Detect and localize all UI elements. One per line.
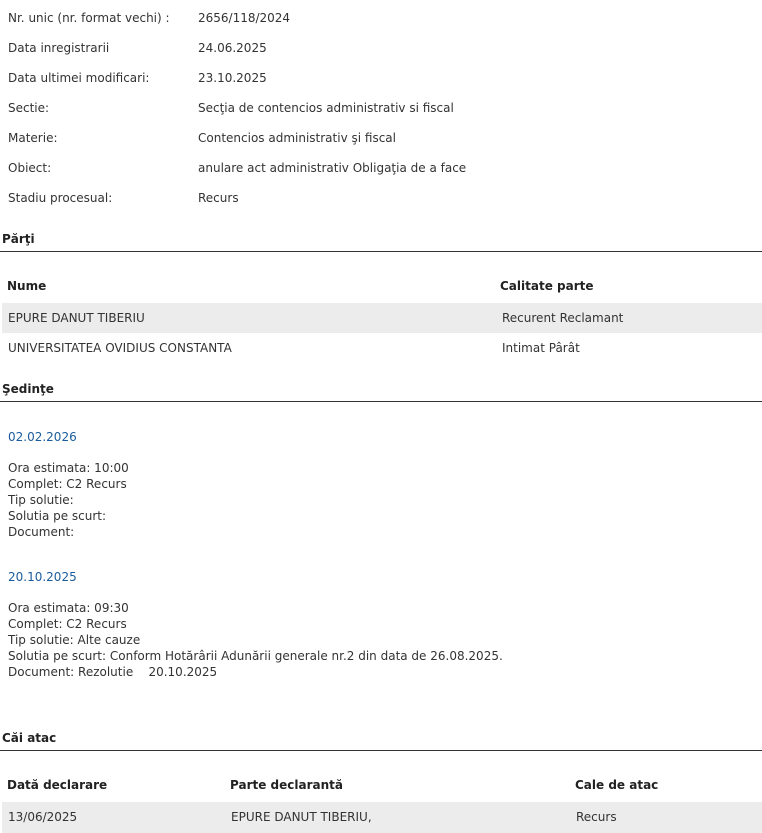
hearing-document: Document:: [8, 525, 75, 539]
header-parte-declaranta: Parte declarantă: [230, 778, 343, 792]
info-value-data-inregistrarii: 24.06.2025: [198, 41, 267, 55]
info-value-materie: Contencios administrativ şi fiscal: [198, 131, 396, 145]
hearing-ora: Ora estimata: 10:00: [8, 461, 129, 475]
info-label-stadiu: Stadiu procesual:: [8, 191, 113, 205]
appeal-date: 13/06/2025: [8, 810, 78, 824]
info-value-nr-unic: 2656/118/2024: [198, 11, 291, 25]
info-label-data-inregistrarii: Data inregistrarii: [8, 41, 110, 55]
info-label-nr-unic: Nr. unic (nr. format vechi) :: [8, 11, 170, 25]
header-data-declarare: Dată declarare: [7, 778, 108, 792]
section-divider-parti: [0, 251, 762, 252]
info-value-sectie: Secţia de contencios administrativ si fi…: [198, 101, 454, 115]
hearing-tip-solutie: Tip solutie: Alte cauze: [8, 633, 141, 647]
header-nume: Nume: [7, 279, 47, 293]
hearing-complet: Complet: C2 Recurs: [8, 477, 127, 491]
info-label-obiect: Obiect:: [8, 161, 52, 175]
table-row: [2, 802, 762, 833]
hearing-ora: Ora estimata: 09:30: [8, 601, 129, 615]
info-value-stadiu: Recurs: [198, 191, 239, 205]
hearing-complet: Complet: C2 Recurs: [8, 617, 127, 631]
info-label-data-modificari: Data ultimei modificari:: [8, 71, 150, 85]
party-name: UNIVERSITATEA OVIDIUS CONSTANTA: [8, 341, 232, 355]
info-value-obiect: anulare act administrativ Obligaţia de a…: [198, 161, 467, 175]
info-label-sectie: Sectie:: [8, 101, 50, 115]
appeal-party: EPURE DANUT TIBERIU,: [231, 810, 372, 824]
party-role: Intimat Pârât: [502, 341, 580, 355]
section-divider-cai-atac: [0, 750, 762, 751]
header-calitate-parte: Calitate parte: [500, 279, 594, 293]
section-divider-sedinte: [0, 401, 762, 402]
header-cale-de-atac: Cale de atac: [575, 778, 659, 792]
hearing-solutia: Solutia pe scurt:: [8, 509, 107, 523]
section-title-cai-atac: Căi atac: [2, 731, 57, 745]
section-title-sedinte: Şedinţe: [2, 382, 54, 396]
hearing-document: Document: Rezolutie 20.10.2025: [8, 665, 218, 679]
info-value-data-modificari: 23.10.2025: [198, 71, 267, 85]
hearing-tip-solutie: Tip solutie:: [8, 493, 74, 507]
section-title-parti: Părţi: [2, 232, 35, 246]
hearing-solutia: Solutia pe scurt: Conform Hotărârii Adun…: [8, 649, 503, 663]
info-label-materie: Materie:: [8, 131, 58, 145]
appeal-type: Recurs: [576, 810, 617, 824]
party-role: Recurent Reclamant: [502, 311, 624, 325]
hearing-details: Ora estimata: 10:00 Complet: C2 Recurs T…: [8, 460, 129, 540]
hearing-date-link[interactable]: 20.10.2025: [8, 570, 77, 584]
hearing-details: Ora estimata: 09:30 Complet: C2 Recurs T…: [8, 600, 503, 680]
party-name: EPURE DANUT TIBERIU: [8, 311, 145, 325]
hearing-date-link[interactable]: 02.02.2026: [8, 430, 77, 444]
